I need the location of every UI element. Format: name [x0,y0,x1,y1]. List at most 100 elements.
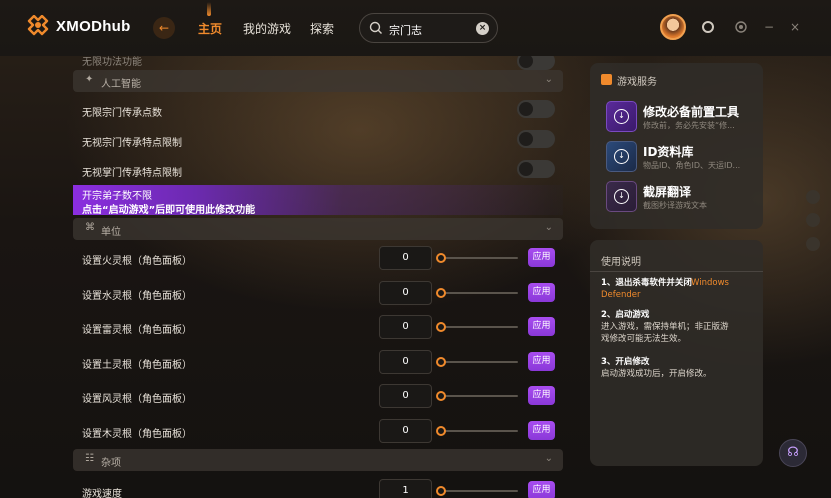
section-label: 杂项 [101,458,121,469]
xmodhub-logo-icon [27,15,49,36]
value-input[interactable]: 0 [379,350,432,374]
value-slider[interactable] [436,425,518,437]
service-subtitle: 物品ID、角色ID、天运ID... [643,161,741,170]
toggle-switch[interactable] [517,160,555,178]
instruction-step: 1、退出杀毒软件并关闭 [601,277,692,289]
close-icon[interactable]: × [788,20,802,34]
row-label: 无限功法功能 [82,57,142,68]
value-row: 设置风灵根（角色面板） 0 应用 [73,379,563,413]
download-icon: ↓ [606,181,637,212]
toggle-row: 无视宗门传承特点限制 [73,123,563,157]
avatar[interactable] [660,14,686,40]
apply-button[interactable]: 应用 [528,352,555,371]
service-subtitle: 修改前，务必先安装“修... [643,121,735,130]
apply-button[interactable]: 应用 [528,283,555,302]
value-row: 设置土灵根（角色面板） 0 应用 [73,345,563,379]
headset-icon[interactable]: ☊ [779,439,807,467]
banner-hint: 点击“启动游戏”后即可使用此修改功能 [82,205,256,216]
apply-button[interactable]: 应用 [528,386,555,405]
clear-icon[interactable]: × [476,22,489,35]
apply-button[interactable]: 应用 [528,248,555,267]
search-input[interactable]: 宗门志 × [359,13,498,43]
chevron-down-icon: ⌄ [544,222,553,233]
value-slider[interactable] [436,252,518,264]
row-label: 无视掌门传承特点限制 [82,168,182,179]
value-row: 游戏速度 1 应用 [73,474,563,498]
value-input[interactable]: 0 [379,419,432,443]
value-slider[interactable] [436,321,518,333]
toggle-switch[interactable] [517,56,555,70]
value-slider[interactable] [436,390,518,402]
section-label: 人工智能 [101,79,141,90]
section-unit[interactable]: ⌘ 单位 ⌄ [73,218,563,240]
banner-title: 开宗弟子数不限 [82,191,152,202]
card-title: 游戏服务 [617,77,657,88]
apply-button[interactable]: 应用 [528,421,555,440]
toggle-switch[interactable] [517,130,555,148]
toggle-row: 无视掌门传承特点限制 [73,153,563,187]
step-body-line: 戏修改可能无法生效。 [601,334,687,344]
cheat-list-panel: 无限功法功能 ✦ 人工智能 ⌄ 无限宗门传承点数 无视宗门传承特点限制 无视掌门… [73,56,563,498]
apply-button[interactable]: 应用 [528,317,555,336]
settings-icon[interactable] [734,20,748,34]
row-label: 设置风灵根（角色面板） [82,394,192,405]
value-input[interactable]: 0 [379,246,432,270]
chevron-down-icon: ⌄ [544,453,553,464]
section-label: 单位 [101,227,121,238]
value-slider[interactable] [436,485,518,497]
top-bar: XMODhub ← 主页 我的游戏 探索 宗门志 × − × [0,0,831,56]
step-heading: 1、退出杀毒软件并关闭 [601,278,692,288]
apply-button[interactable]: 应用 [528,481,555,498]
service-item[interactable]: ↓ 截屏翻译 截图秒译游戏文本 [606,181,766,215]
row-label: 游戏速度 [82,489,122,498]
service-title: ID资料库 [643,145,694,159]
row-label: 设置水灵根（角色面板） [82,291,192,302]
row-label: 无限宗门传承点数 [82,108,162,119]
search-icon [369,21,382,34]
download-icon: ↓ [606,101,637,132]
step-heading: 2、启动游戏 [601,310,650,320]
value-input[interactable]: 0 [379,384,432,408]
row-label: 设置土灵根（角色面板） [82,360,192,371]
section-ai[interactable]: ✦ 人工智能 ⌄ [73,70,563,92]
card-title: 使用说明 [601,257,641,268]
toggle-switch[interactable] [517,100,555,118]
value-input[interactable]: 0 [379,315,432,339]
service-title: 修改必备前置工具 [643,105,740,119]
value-slider[interactable] [436,356,518,368]
arrow-left-icon: ← [158,21,170,35]
divider [590,271,763,272]
download-icon: ↓ [606,141,637,172]
service-item[interactable]: ↓ ID资料库 物品ID、角色ID、天运ID... [606,141,766,175]
value-row: 设置雷灵根（角色面板） 0 应用 [73,310,563,344]
service-subtitle: 截图秒译游戏文本 [643,201,707,210]
service-item[interactable]: ↓ 修改必备前置工具 修改前，务必先安装“修... [606,101,766,135]
app-name: XMODhub [56,18,131,35]
instructions-card: 使用说明 1、退出杀毒软件并关闭 Windows Defender 2、启动游戏… [590,240,763,466]
section-misc[interactable]: ☷ 杂项 ⌄ [73,449,563,471]
row-label: 设置木灵根（角色面板） [82,429,192,440]
ai-icon: ✦ [85,74,94,85]
active-nav-indicator [207,2,211,16]
edge-decor-icon [806,213,820,227]
chevron-down-icon: ⌄ [544,74,553,85]
value-row: 设置水灵根（角色面板） 0 应用 [73,276,563,310]
step-body-line: 进入游戏，需保持单机；非正版游 [601,322,729,332]
minimize-icon[interactable]: − [762,20,776,34]
nav-my-games[interactable]: 我的游戏 [243,20,291,37]
value-input[interactable]: 1 [379,479,432,498]
nav-explore[interactable]: 探索 [310,20,334,37]
row-label: 无视宗门传承特点限制 [82,138,182,149]
value-slider[interactable] [436,287,518,299]
step-highlight-cont: Defender [601,290,641,300]
edge-decor-icon [806,237,820,251]
back-button[interactable]: ← [153,17,175,39]
step-body: 启动游戏成功后，开启修改。 [601,369,712,379]
value-input[interactable]: 0 [379,281,432,305]
toggle-row: 无限宗门传承点数 [73,93,563,127]
instruction-step: 3、开启修改 [601,356,649,368]
row-label: 设置火灵根（角色面板） [82,256,192,267]
game-services-card: 游戏服务 ↓ 修改必备前置工具 修改前，务必先安装“修... ↓ ID资料库 物… [590,63,763,229]
notification-icon[interactable] [701,20,715,34]
nav-home[interactable]: 主页 [198,20,222,37]
